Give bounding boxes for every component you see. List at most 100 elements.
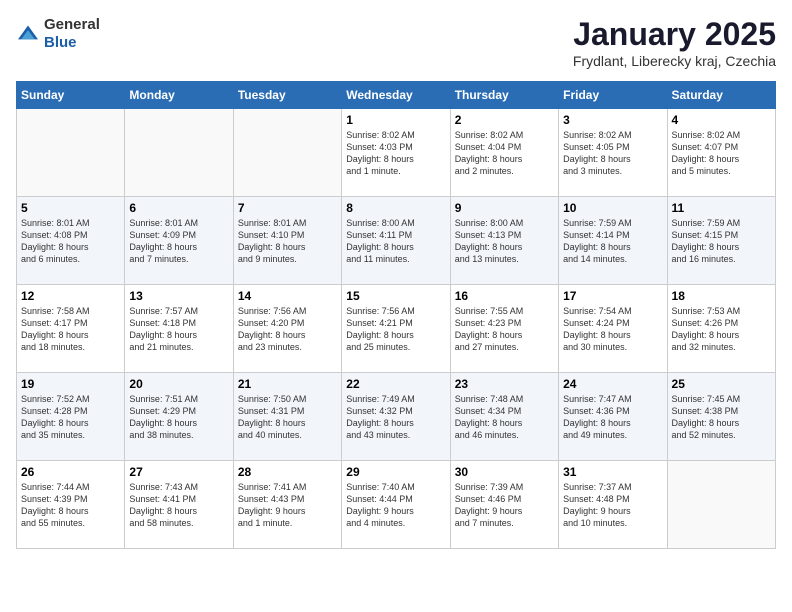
day-number: 14: [238, 289, 337, 303]
location-label: Frydlant, Liberecky kraj, Czechia: [573, 53, 776, 69]
day-number: 30: [455, 465, 554, 479]
calendar-cell: 24 Sunrise: 7:47 AM Sunset: 4:36 PM Dayli…: [559, 373, 667, 461]
calendar-cell: 28Sunrise: 7:41 AM Sunset: 4:43 PM Dayli…: [233, 461, 341, 549]
day-info: Sunrise: 7:50 AM Sunset: 4:31 PM Dayligh…: [238, 393, 337, 442]
day-number: 21: [238, 377, 337, 391]
calendar-cell: 29 Sunrise: 7:40 AM Sunset: 4:44 PM Dayli…: [342, 461, 450, 549]
calendar-cell: 19 Sunrise: 7:52 AM Sunset: 4:28 PM Dayli…: [17, 373, 125, 461]
calendar-cell: 30Sunrise: 7:39 AM Sunset: 4:46 PM Dayli…: [450, 461, 558, 549]
day-number: 10: [563, 201, 662, 215]
day-number: 12: [21, 289, 120, 303]
day-info: Sunrise: 7:51 AM Sunset: 4:29 PM Dayligh…: [129, 393, 228, 442]
calendar-cell: 6 Sunrise: 8:01 AM Sunset: 4:09 PM Daylig…: [125, 197, 233, 285]
calendar-cell: 16 Sunrise: 7:55 AM Sunset: 4:23 PM Dayli…: [450, 285, 558, 373]
day-info: Sunrise: 7:37 AM Sunset: 4:48 PM Dayligh…: [563, 481, 662, 530]
day-header-sunday: Sunday: [17, 82, 125, 109]
calendar-cell: 20Sunrise: 7:51 AM Sunset: 4:29 PM Dayli…: [125, 373, 233, 461]
calendar-cell: 26Sunrise: 7:44 AM Sunset: 4:39 PM Dayli…: [17, 461, 125, 549]
day-info: Sunrise: 7:58 AM Sunset: 4:17 PM Dayligh…: [21, 305, 120, 354]
calendar-cell: 15Sunrise: 7:56 AM Sunset: 4:21 PM Dayli…: [342, 285, 450, 373]
day-number: 29: [346, 465, 445, 479]
logo-general: General: [44, 16, 100, 33]
calendar-table: SundayMondayTuesdayWednesdayThursdayFrid…: [16, 81, 776, 549]
calendar-cell: 3Sunrise: 8:02 AM Sunset: 4:05 PM Daylig…: [559, 109, 667, 197]
day-number: 1: [346, 113, 445, 127]
day-info: Sunrise: 7:47 AM Sunset: 4:36 PM Dayligh…: [563, 393, 662, 442]
calendar-header-row: SundayMondayTuesdayWednesdayThursdayFrid…: [17, 82, 776, 109]
logo-icon: [16, 24, 40, 44]
day-number: 4: [672, 113, 771, 127]
calendar-cell: 27 Sunrise: 7:43 AM Sunset: 4:41 PM Dayli…: [125, 461, 233, 549]
title-block: January 2025 Frydlant, Liberecky kraj, C…: [573, 16, 776, 69]
calendar-cell: [17, 109, 125, 197]
day-info: Sunrise: 7:56 AM Sunset: 4:21 PM Dayligh…: [346, 305, 445, 354]
day-info: Sunrise: 8:02 AM Sunset: 4:04 PM Dayligh…: [455, 129, 554, 178]
month-title: January 2025: [573, 16, 776, 53]
calendar-cell: 4 Sunrise: 8:02 AM Sunset: 4:07 PM Daylig…: [667, 109, 775, 197]
day-info: Sunrise: 7:49 AM Sunset: 4:32 PM Dayligh…: [346, 393, 445, 442]
calendar-cell: 5Sunrise: 8:01 AM Sunset: 4:08 PM Daylig…: [17, 197, 125, 285]
calendar-cell: 17 Sunrise: 7:54 AM Sunset: 4:24 PM Dayli…: [559, 285, 667, 373]
calendar-cell: 13 Sunrise: 7:57 AM Sunset: 4:18 PM Dayli…: [125, 285, 233, 373]
day-number: 5: [21, 201, 120, 215]
calendar-cell: 14 Sunrise: 7:56 AM Sunset: 4:20 PM Dayli…: [233, 285, 341, 373]
day-info: Sunrise: 8:00 AM Sunset: 4:13 PM Dayligh…: [455, 217, 554, 266]
calendar-cell: 8 Sunrise: 8:00 AM Sunset: 4:11 PM Daylig…: [342, 197, 450, 285]
day-number: 27: [129, 465, 228, 479]
day-info: Sunrise: 7:57 AM Sunset: 4:18 PM Dayligh…: [129, 305, 228, 354]
day-number: 18: [672, 289, 771, 303]
calendar-cell: 31 Sunrise: 7:37 AM Sunset: 4:48 PM Dayli…: [559, 461, 667, 549]
day-info: Sunrise: 7:59 AM Sunset: 4:14 PM Dayligh…: [563, 217, 662, 266]
calendar-week-row: 1 Sunrise: 8:02 AM Sunset: 4:03 PM Daylig…: [17, 109, 776, 197]
calendar-cell: 9 Sunrise: 8:00 AM Sunset: 4:13 PM Daylig…: [450, 197, 558, 285]
calendar-cell: 7Sunrise: 8:01 AM Sunset: 4:10 PM Daylig…: [233, 197, 341, 285]
day-info: Sunrise: 7:59 AM Sunset: 4:15 PM Dayligh…: [672, 217, 771, 266]
logo: General Blue: [16, 16, 100, 52]
day-info: Sunrise: 7:48 AM Sunset: 4:34 PM Dayligh…: [455, 393, 554, 442]
day-info: Sunrise: 8:01 AM Sunset: 4:09 PM Dayligh…: [129, 217, 228, 266]
day-header-monday: Monday: [125, 82, 233, 109]
day-info: Sunrise: 7:56 AM Sunset: 4:20 PM Dayligh…: [238, 305, 337, 354]
day-info: Sunrise: 7:55 AM Sunset: 4:23 PM Dayligh…: [455, 305, 554, 354]
day-info: Sunrise: 7:52 AM Sunset: 4:28 PM Dayligh…: [21, 393, 120, 442]
day-info: Sunrise: 7:53 AM Sunset: 4:26 PM Dayligh…: [672, 305, 771, 354]
day-number: 9: [455, 201, 554, 215]
day-info: Sunrise: 8:02 AM Sunset: 4:07 PM Dayligh…: [672, 129, 771, 178]
day-info: Sunrise: 7:43 AM Sunset: 4:41 PM Dayligh…: [129, 481, 228, 530]
calendar-cell: 10 Sunrise: 7:59 AM Sunset: 4:14 PM Dayli…: [559, 197, 667, 285]
day-info: Sunrise: 7:54 AM Sunset: 4:24 PM Dayligh…: [563, 305, 662, 354]
calendar-cell: 22 Sunrise: 7:49 AM Sunset: 4:32 PM Dayli…: [342, 373, 450, 461]
day-number: 22: [346, 377, 445, 391]
calendar-cell: 2Sunrise: 8:02 AM Sunset: 4:04 PM Daylig…: [450, 109, 558, 197]
day-number: 16: [455, 289, 554, 303]
calendar-week-row: 26Sunrise: 7:44 AM Sunset: 4:39 PM Dayli…: [17, 461, 776, 549]
day-number: 6: [129, 201, 228, 215]
day-header-saturday: Saturday: [667, 82, 775, 109]
calendar-cell: 1 Sunrise: 8:02 AM Sunset: 4:03 PM Daylig…: [342, 109, 450, 197]
day-info: Sunrise: 7:41 AM Sunset: 4:43 PM Dayligh…: [238, 481, 337, 530]
day-number: 23: [455, 377, 554, 391]
calendar-week-row: 5Sunrise: 8:01 AM Sunset: 4:08 PM Daylig…: [17, 197, 776, 285]
day-number: 13: [129, 289, 228, 303]
calendar-cell: [125, 109, 233, 197]
day-info: Sunrise: 8:02 AM Sunset: 4:03 PM Dayligh…: [346, 129, 445, 178]
day-number: 17: [563, 289, 662, 303]
day-number: 11: [672, 201, 771, 215]
day-number: 26: [21, 465, 120, 479]
day-number: 24: [563, 377, 662, 391]
page-header: General Blue January 2025 Frydlant, Libe…: [16, 16, 776, 69]
calendar-cell: [667, 461, 775, 549]
day-number: 31: [563, 465, 662, 479]
day-number: 8: [346, 201, 445, 215]
calendar-cell: 23 Sunrise: 7:48 AM Sunset: 4:34 PM Dayli…: [450, 373, 558, 461]
day-number: 19: [21, 377, 120, 391]
calendar-week-row: 19 Sunrise: 7:52 AM Sunset: 4:28 PM Dayli…: [17, 373, 776, 461]
day-info: Sunrise: 7:45 AM Sunset: 4:38 PM Dayligh…: [672, 393, 771, 442]
logo-text: General Blue: [44, 16, 100, 52]
calendar-week-row: 12 Sunrise: 7:58 AM Sunset: 4:17 PM Dayli…: [17, 285, 776, 373]
day-info: Sunrise: 8:01 AM Sunset: 4:10 PM Dayligh…: [238, 217, 337, 266]
day-header-friday: Friday: [559, 82, 667, 109]
calendar-cell: 12 Sunrise: 7:58 AM Sunset: 4:17 PM Dayli…: [17, 285, 125, 373]
day-info: Sunrise: 7:40 AM Sunset: 4:44 PM Dayligh…: [346, 481, 445, 530]
day-info: Sunrise: 8:00 AM Sunset: 4:11 PM Dayligh…: [346, 217, 445, 266]
